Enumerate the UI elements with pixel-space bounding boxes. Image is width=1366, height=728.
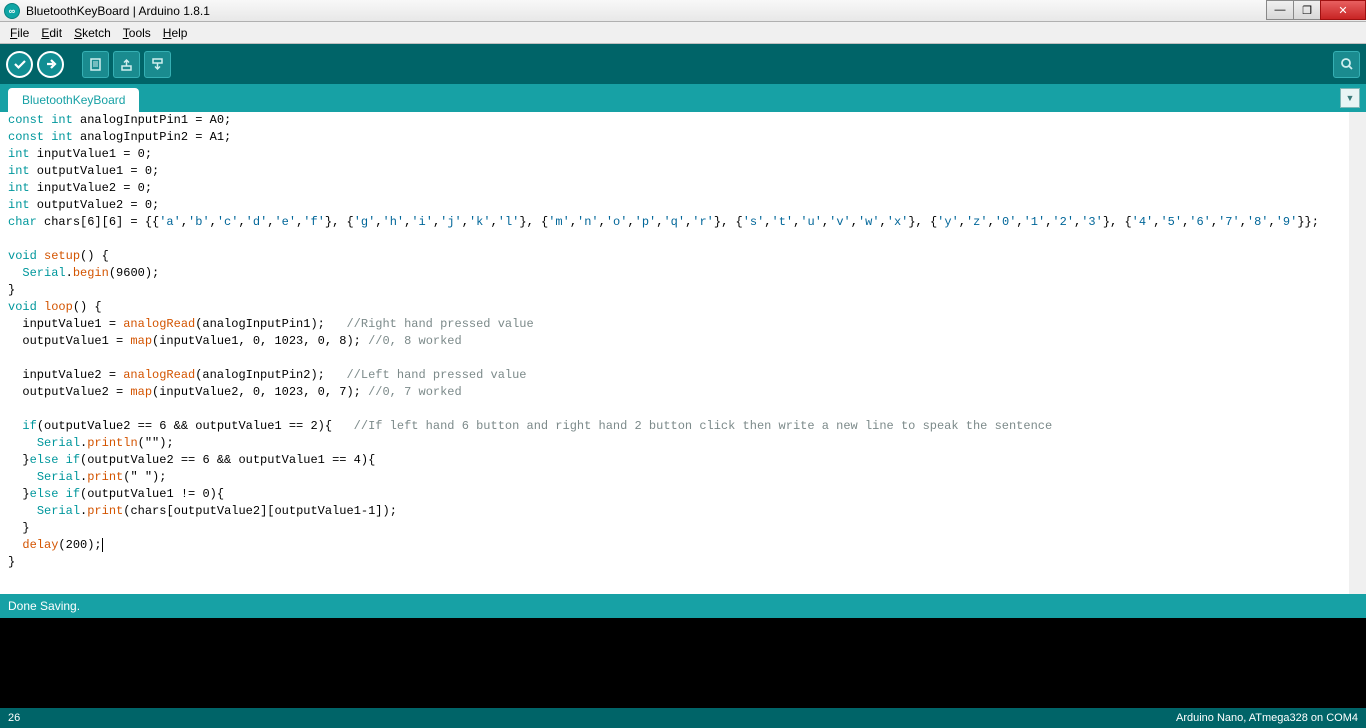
new-button[interactable] [82, 51, 109, 78]
file-icon [88, 57, 103, 72]
menu-edit[interactable]: Edit [35, 24, 68, 42]
code-content[interactable]: const int analogInputPin1 = A0; const in… [0, 112, 1349, 571]
chevron-down-icon: ▼ [1346, 93, 1355, 103]
magnifier-icon [1339, 56, 1355, 72]
close-button[interactable]: ✕ [1320, 0, 1366, 20]
window-title: BluetoothKeyBoard | Arduino 1.8.1 [26, 4, 210, 18]
save-button[interactable] [144, 51, 171, 78]
status-text: Done Saving. [8, 599, 80, 613]
toolbar [0, 44, 1366, 84]
minimize-button[interactable]: — [1266, 0, 1294, 20]
footer: 26 Arduino Nano, ATmega328 on COM4 [0, 708, 1366, 728]
check-icon [13, 57, 27, 71]
tab-sketch[interactable]: BluetoothKeyBoard [8, 88, 139, 112]
menu-sketch[interactable]: Sketch [68, 24, 117, 42]
board-info: Arduino Nano, ATmega328 on COM4 [1176, 712, 1358, 724]
menubar: File Edit Sketch Tools Help [0, 22, 1366, 44]
status-bar: Done Saving. [0, 594, 1366, 618]
arrow-down-icon [150, 57, 165, 72]
arrow-up-icon [119, 57, 134, 72]
open-button[interactable] [113, 51, 140, 78]
console-output[interactable] [0, 618, 1366, 708]
tabbar: BluetoothKeyBoard ▼ [0, 84, 1366, 112]
arrow-right-icon [44, 57, 58, 71]
window-controls: — ❐ ✕ [1267, 0, 1366, 20]
line-number: 26 [8, 712, 20, 724]
serial-monitor-button[interactable] [1333, 51, 1360, 78]
arduino-icon: ∞ [4, 3, 20, 19]
menu-tools[interactable]: Tools [117, 24, 157, 42]
tab-menu-button[interactable]: ▼ [1340, 88, 1360, 108]
titlebar: ∞ BluetoothKeyBoard | Arduino 1.8.1 — ❐ … [0, 0, 1366, 22]
code-editor[interactable]: const int analogInputPin1 = A0; const in… [0, 112, 1366, 594]
verify-button[interactable] [6, 51, 33, 78]
maximize-button[interactable]: ❐ [1293, 0, 1321, 20]
menu-file[interactable]: File [4, 24, 35, 42]
menu-help[interactable]: Help [157, 24, 194, 42]
upload-button[interactable] [37, 51, 64, 78]
